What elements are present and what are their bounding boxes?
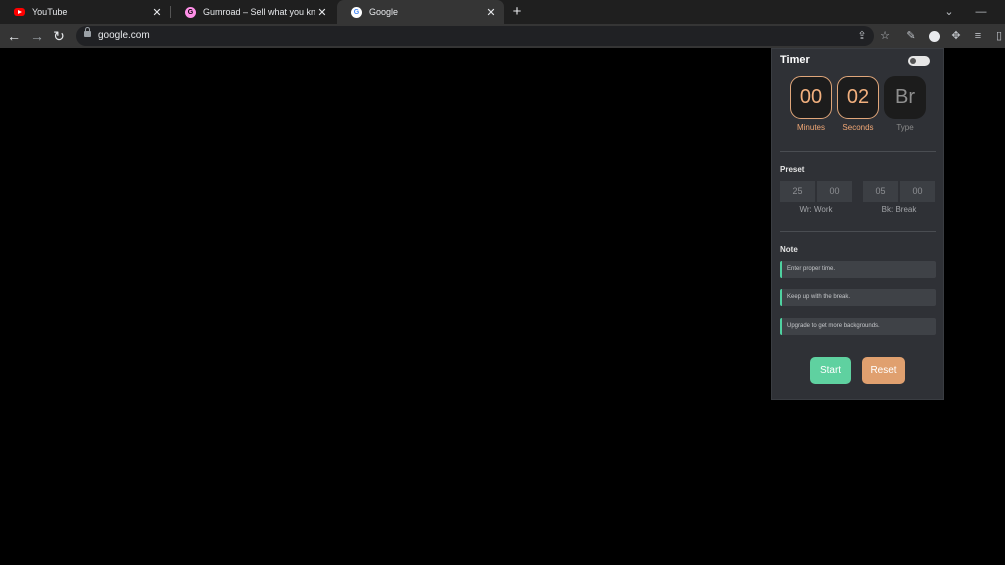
- break-minutes-input[interactable]: 05: [863, 181, 898, 202]
- minutes-label: Minutes: [796, 123, 825, 132]
- google-icon: G: [351, 6, 362, 18]
- seconds-display: 02: [837, 76, 879, 119]
- tab-gumroad[interactable]: G Gumroad – Sell what you know and ✕: [171, 0, 335, 24]
- minutes-display: 00: [790, 76, 832, 119]
- tab-title: YouTube: [32, 7, 68, 17]
- address-bar[interactable]: google.com: [76, 26, 874, 46]
- toggle-knob: [910, 58, 916, 64]
- extensions-puzzle-icon[interactable]: ✥: [947, 27, 965, 45]
- timer-extension-icon[interactable]: [925, 27, 943, 45]
- divider: [780, 151, 936, 152]
- note-item: Enter proper time.: [780, 261, 936, 278]
- pencil-extension-icon[interactable]: ✎: [902, 27, 920, 45]
- divider: [780, 231, 936, 232]
- share-icon[interactable]: ⇪: [853, 27, 871, 45]
- preset-heading: Preset: [780, 165, 805, 174]
- youtube-icon: [14, 8, 25, 16]
- break-seconds-input[interactable]: 00: [900, 181, 935, 202]
- bookmark-star-icon[interactable]: ☆: [876, 27, 894, 45]
- start-button[interactable]: Start: [810, 357, 851, 384]
- close-tab-icon[interactable]: ✕: [150, 6, 164, 19]
- timer-toggle[interactable]: [908, 56, 930, 66]
- tab-search-chevron-icon[interactable]: ⌄: [940, 2, 958, 22]
- lock-icon: [84, 27, 91, 37]
- gumroad-icon: G: [185, 6, 196, 18]
- toolbar: ← → ↻ google.com ⇪ ☆ ✎ ✥ ≡ ▯: [0, 24, 1005, 48]
- close-tab-icon[interactable]: ✕: [315, 6, 329, 19]
- new-tab-button[interactable]: +: [508, 2, 526, 22]
- forward-arrow-icon[interactable]: →: [28, 26, 46, 46]
- reading-list-icon[interactable]: ≡: [969, 27, 987, 45]
- type-label: Type: [896, 123, 914, 132]
- tab-youtube[interactable]: YouTube ✕: [0, 0, 170, 24]
- side-panel-icon[interactable]: ▯: [990, 27, 1005, 45]
- reset-button[interactable]: Reset: [862, 357, 905, 384]
- tab-strip: YouTube ✕ G Gumroad – Sell what you know…: [0, 0, 1005, 24]
- note-item: Keep up with the break.: [780, 289, 936, 306]
- timer-popup: Timer 00 02 Br Minutes Seconds Type Pres…: [771, 48, 944, 400]
- work-seconds-input[interactable]: 00: [817, 181, 852, 202]
- reload-icon[interactable]: ↻: [50, 26, 68, 46]
- url-text: google.com: [98, 30, 150, 41]
- note-heading: Note: [780, 245, 798, 254]
- tab-title: Gumroad – Sell what you know and: [203, 7, 315, 17]
- work-minutes-input[interactable]: 25: [780, 181, 815, 202]
- minimize-icon[interactable]: —: [972, 2, 990, 22]
- break-preset-label: Bk: Break: [881, 205, 917, 214]
- tab-google[interactable]: G Google ✕: [337, 0, 504, 24]
- work-preset-label: Wr: Work: [799, 205, 833, 214]
- close-tab-icon[interactable]: ✕: [484, 6, 498, 19]
- back-arrow-icon[interactable]: ←: [5, 26, 23, 46]
- seconds-label: Seconds: [842, 123, 874, 132]
- note-item: Upgrade to get more backgrounds.: [780, 318, 936, 335]
- type-display: Br: [884, 76, 926, 119]
- popup-title: Timer: [780, 54, 810, 66]
- tab-title: Google: [369, 7, 399, 17]
